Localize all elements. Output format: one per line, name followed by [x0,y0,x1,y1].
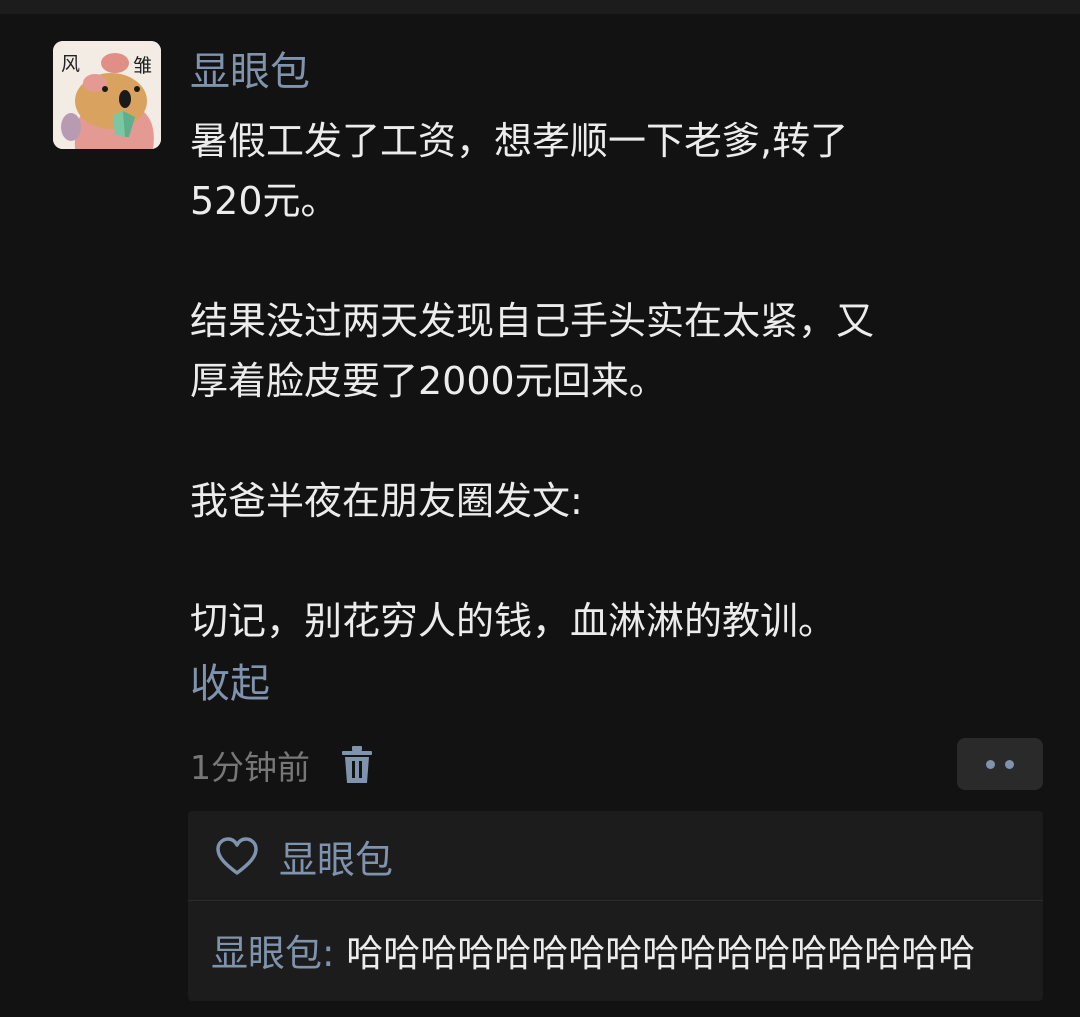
more-actions-button[interactable] [957,738,1043,790]
more-dots-icon [986,759,995,769]
collapse-link[interactable]: 收起 [190,656,270,712]
avatar[interactable]: 风 雏 [53,41,161,149]
post-body: 暑假工发了工资，想孝顺一下老爹,转了 520元。 结果没过两天发现自己手头实在太… [190,111,1050,651]
post-timestamp: 1分钟前 [190,748,310,787]
trash-icon[interactable] [340,745,374,785]
comment-author[interactable]: 显眼包 [211,932,322,975]
heart-outline-icon [216,837,258,875]
likes-row: 显眼包 [188,811,1043,901]
post-line: 520元。 [190,179,339,223]
more-dots-icon [1005,759,1014,769]
post-line: 我爸半夜在朋友圈发文: [190,479,583,523]
comment-separator: : [322,932,347,975]
post-author-name[interactable]: 显眼包 [190,46,310,98]
comment-item[interactable]: 显眼包: 哈哈哈哈哈哈哈哈哈哈哈哈哈哈哈哈哈 [211,929,975,979]
like-user-name[interactable]: 显眼包 [279,829,393,884]
avatar-text-right: 雏 [133,55,153,77]
likes-comments-panel: 显眼包 显眼包: 哈哈哈哈哈哈哈哈哈哈哈哈哈哈哈哈哈 [188,811,1043,1001]
post-line: 厚着脸皮要了2000元回来。 [190,359,667,403]
post-line: 切记，别花穷人的钱，血淋淋的教训。 [190,599,837,643]
avatar-text-left: 风 [61,53,81,75]
post-line: 暑假工发了工资，想孝顺一下老爹,转了 [190,119,849,163]
post-meta-row: 1分钟前 [190,740,374,790]
top-bar [0,0,1080,14]
panel-divider [188,900,1043,901]
comment-text: 哈哈哈哈哈哈哈哈哈哈哈哈哈哈哈哈哈 [346,932,976,975]
post-line: 结果没过两天发现自己手头实在太紧，又 [190,299,875,343]
